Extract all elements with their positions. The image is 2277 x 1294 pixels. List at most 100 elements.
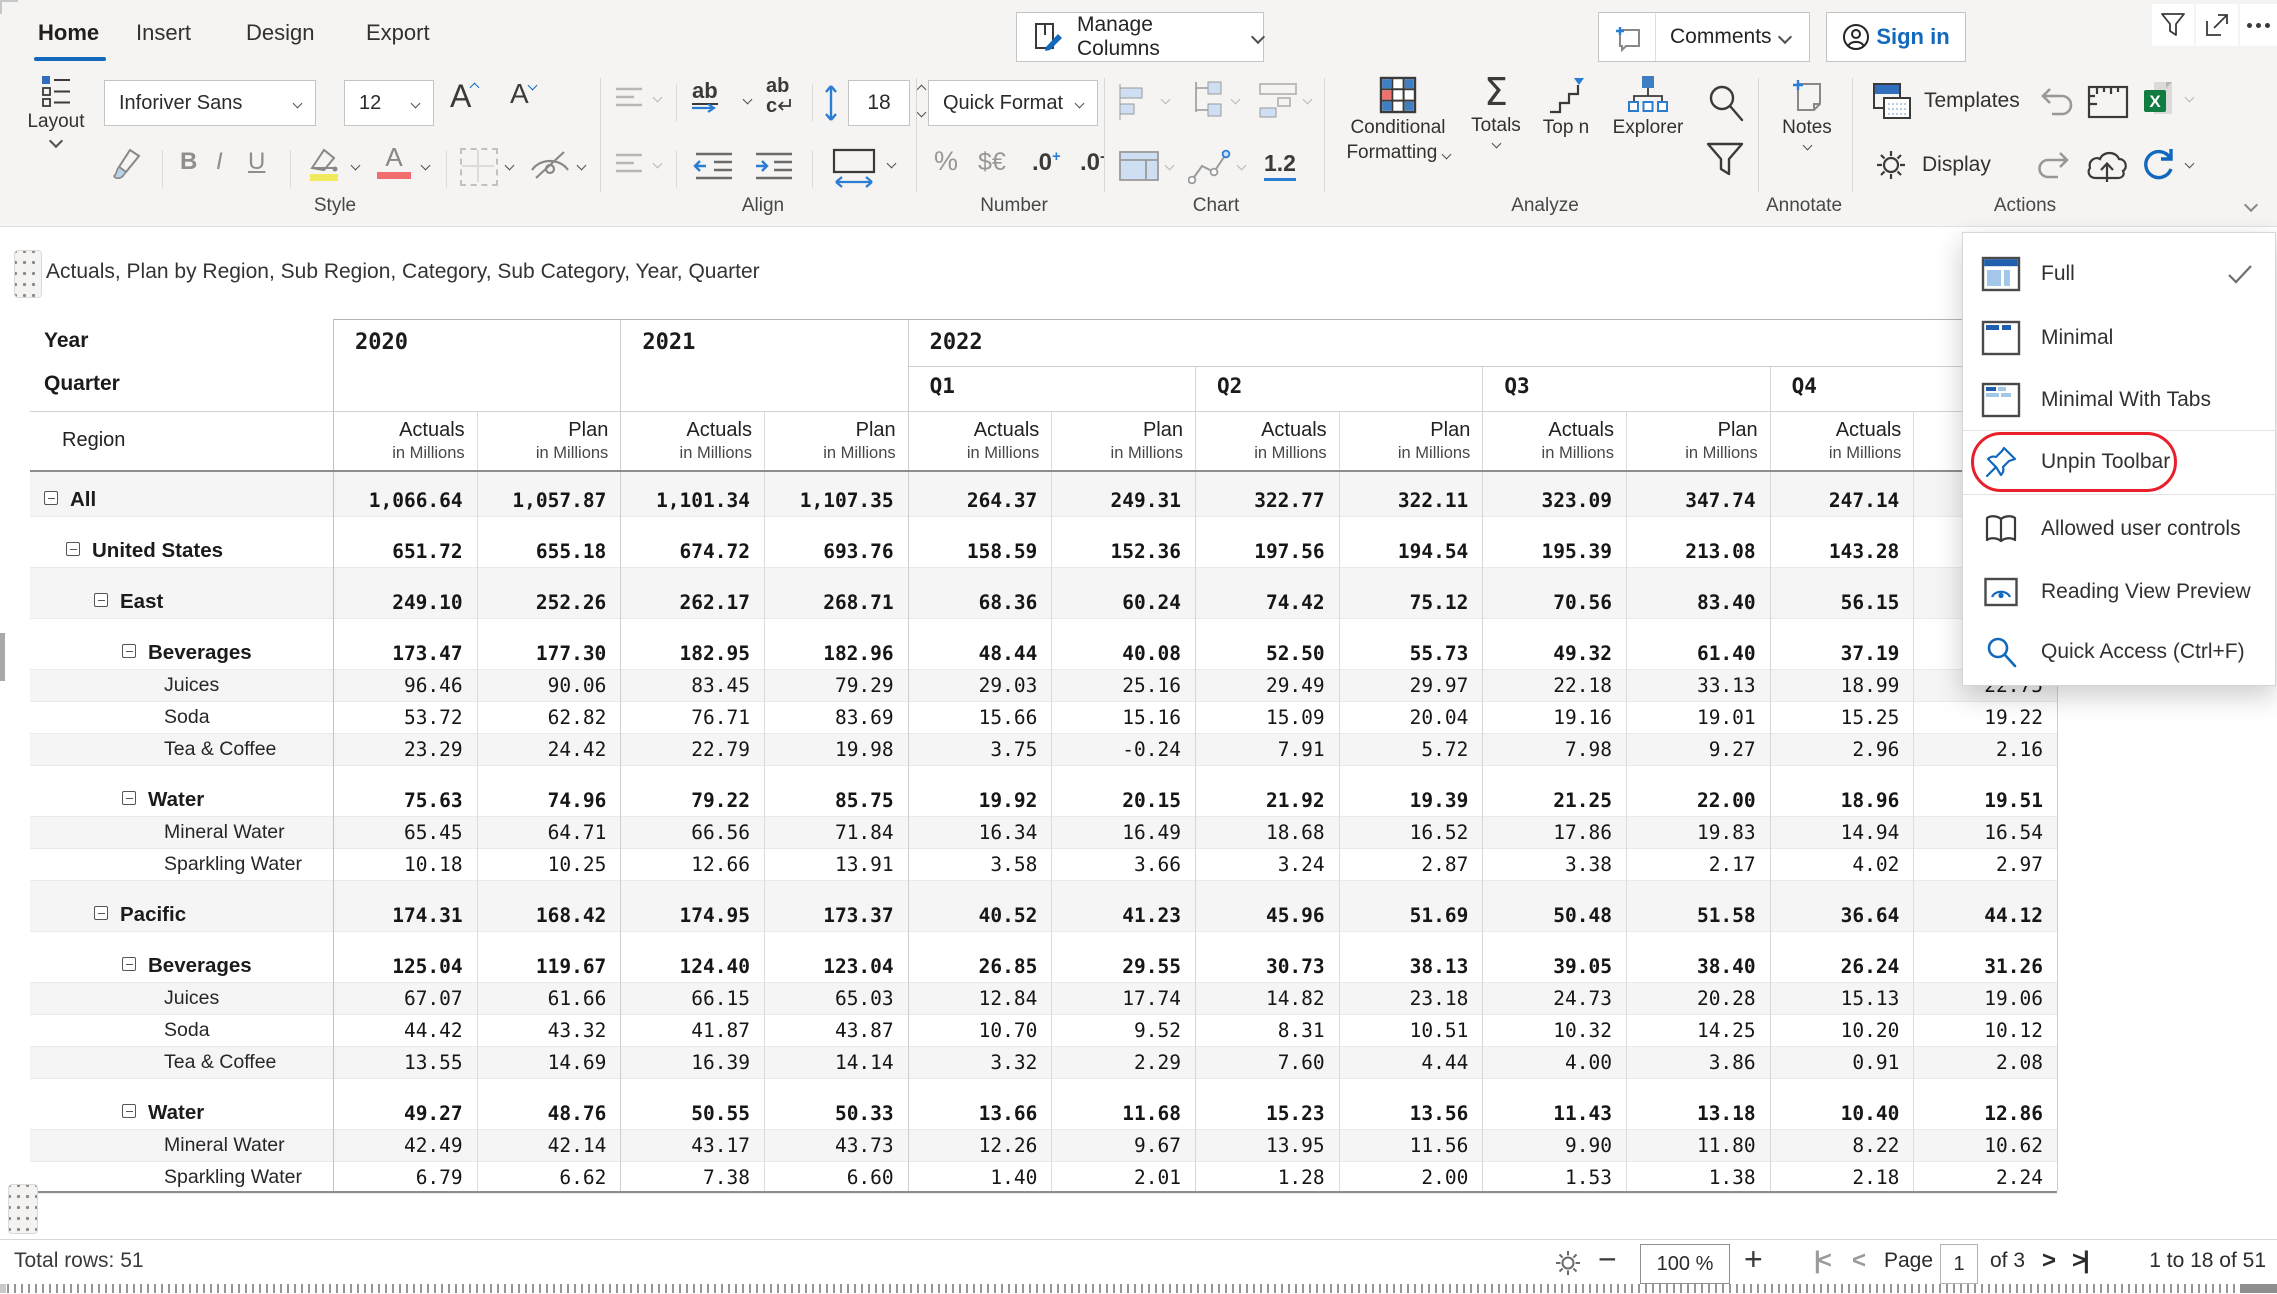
cell[interactable]: 38.40 — [1626, 955, 1756, 978]
cell[interactable]: 268.71 — [764, 591, 894, 614]
cell[interactable]: 323.09 — [1482, 489, 1612, 512]
cell[interactable]: 7.91 — [1195, 738, 1325, 761]
year-group-label[interactable]: 2021 — [642, 330, 695, 355]
collapse-icon[interactable] — [122, 644, 136, 658]
cell[interactable]: 3.75 — [908, 738, 1038, 761]
display-button[interactable]: Display — [1874, 148, 1991, 182]
cell[interactable]: 14.82 — [1195, 987, 1325, 1010]
cell[interactable]: 19.22 — [1913, 706, 2043, 729]
cell[interactable]: 42.49 — [333, 1134, 463, 1157]
redo-button[interactable] — [2036, 152, 2074, 184]
cell[interactable]: 10.12 — [1913, 1019, 2043, 1042]
chevron-down-icon[interactable] — [1237, 161, 1247, 171]
search-button[interactable] — [1704, 82, 1746, 124]
cell[interactable]: 10.70 — [908, 1019, 1038, 1042]
zoom-in-button[interactable]: + — [1744, 1241, 1763, 1278]
chevron-down-icon[interactable] — [1165, 161, 1175, 171]
cell[interactable]: 7.60 — [1195, 1051, 1325, 1074]
row-label[interactable]: Juices — [164, 674, 219, 697]
row-height-stepper[interactable] — [918, 86, 925, 121]
cell[interactable]: 25.16 — [1051, 674, 1181, 697]
menu-item-minimal-with-tabs[interactable]: Minimal With Tabs — [1963, 371, 2275, 429]
quarter-group-label[interactable]: Q1 — [930, 374, 955, 398]
cell[interactable]: 61.40 — [1626, 642, 1756, 665]
decrease-decimal-button[interactable]: .0- — [1080, 148, 1105, 177]
column-header[interactable]: Actuals — [333, 419, 465, 442]
resize-button[interactable] — [2086, 84, 2130, 120]
layout-chart-button[interactable] — [1258, 82, 1300, 120]
templates-button[interactable]: Templates — [1872, 82, 2020, 120]
cell[interactable]: 249.10 — [333, 591, 463, 614]
cell[interactable]: 43.17 — [620, 1134, 750, 1157]
vertical-scrollbar-thumb[interactable] — [0, 633, 5, 681]
cell[interactable]: 247.14 — [1770, 489, 1900, 512]
cell[interactable]: 252.26 — [477, 591, 607, 614]
row-label[interactable]: Water — [148, 1101, 204, 1125]
cell[interactable]: 19.16 — [1482, 706, 1612, 729]
cell[interactable]: 4.02 — [1770, 853, 1900, 876]
outdent-button[interactable] — [692, 148, 736, 184]
cell[interactable]: 41.87 — [620, 1019, 750, 1042]
cell[interactable]: 61.66 — [477, 987, 607, 1010]
cell[interactable]: 2.87 — [1339, 853, 1469, 876]
cell[interactable]: 24.42 — [477, 738, 607, 761]
horizontal-scrollbar[interactable] — [0, 1284, 2277, 1293]
column-header[interactable]: Actuals — [908, 419, 1040, 442]
vertical-align-button[interactable] — [614, 84, 648, 114]
column-header[interactable]: Plan — [1626, 419, 1758, 442]
layout-button[interactable]: Layout — [18, 74, 94, 146]
hierarchy-chart-button[interactable] — [1188, 80, 1228, 120]
collapse-icon[interactable] — [122, 1104, 136, 1118]
cell[interactable]: 168.42 — [477, 904, 607, 927]
cell[interactable]: 119.67 — [477, 955, 607, 978]
underline-button[interactable]: U — [248, 148, 265, 176]
add-comment-icon[interactable] — [1599, 13, 1656, 61]
cell[interactable]: 143.28 — [1770, 540, 1900, 563]
cell[interactable]: 68.36 — [908, 591, 1038, 614]
column-header[interactable]: Plan — [1339, 419, 1471, 442]
cell[interactable]: 13.91 — [764, 853, 894, 876]
cell[interactable]: 13.18 — [1626, 1102, 1756, 1125]
cell[interactable]: 76.71 — [620, 706, 750, 729]
export-excel-button[interactable]: X — [2140, 80, 2180, 120]
cell[interactable]: 1,066.64 — [333, 489, 463, 512]
cell[interactable]: 2.96 — [1770, 738, 1900, 761]
column-header[interactable]: Plan — [477, 419, 609, 442]
chevron-down-icon[interactable] — [421, 161, 431, 171]
cell[interactable]: 38.13 — [1339, 955, 1469, 978]
explorer-button[interactable]: Explorer — [1604, 74, 1692, 139]
cell[interactable]: 15.09 — [1195, 706, 1325, 729]
cell[interactable]: 2.08 — [1913, 1051, 2043, 1074]
cell[interactable]: 6.60 — [764, 1166, 894, 1189]
cell[interactable]: 2.24 — [1913, 1166, 2043, 1189]
cell[interactable]: 262.17 — [620, 591, 750, 614]
chevron-down-icon[interactable] — [653, 159, 663, 169]
cell[interactable]: 18.68 — [1195, 821, 1325, 844]
cell[interactable]: 10.40 — [1770, 1102, 1900, 1125]
cell[interactable]: 83.40 — [1626, 591, 1756, 614]
cell[interactable]: 10.62 — [1913, 1134, 2043, 1157]
cell[interactable]: 1,101.34 — [620, 489, 750, 512]
cell[interactable]: 29.03 — [908, 674, 1038, 697]
shrink-to-fit-button[interactable]: ab c — [766, 76, 792, 116]
cell[interactable]: 2.18 — [1770, 1166, 1900, 1189]
table-drag-handle[interactable] — [8, 1184, 38, 1234]
cell[interactable]: 15.16 — [1051, 706, 1181, 729]
column-width-button[interactable] — [828, 146, 880, 190]
chevron-down-icon[interactable] — [1161, 95, 1171, 105]
cell[interactable]: 17.86 — [1482, 821, 1612, 844]
column-header[interactable]: Actuals — [1482, 419, 1614, 442]
cell[interactable]: 18.96 — [1770, 789, 1900, 812]
collapse-ribbon-chevron-icon[interactable] — [2244, 198, 2258, 212]
page-number-input[interactable]: 1 — [1940, 1244, 1978, 1284]
row-label[interactable]: Soda — [164, 706, 210, 729]
cell[interactable]: 64.71 — [477, 821, 607, 844]
chevron-down-icon[interactable] — [1231, 95, 1241, 105]
cell[interactable]: 12.66 — [620, 853, 750, 876]
cell[interactable]: 29.97 — [1339, 674, 1469, 697]
cell[interactable]: 2.16 — [1913, 738, 2043, 761]
cell[interactable]: 23.18 — [1339, 987, 1469, 1010]
cell[interactable]: 322.11 — [1339, 489, 1469, 512]
cell[interactable]: 24.73 — [1482, 987, 1612, 1010]
cell[interactable]: 14.14 — [764, 1051, 894, 1074]
